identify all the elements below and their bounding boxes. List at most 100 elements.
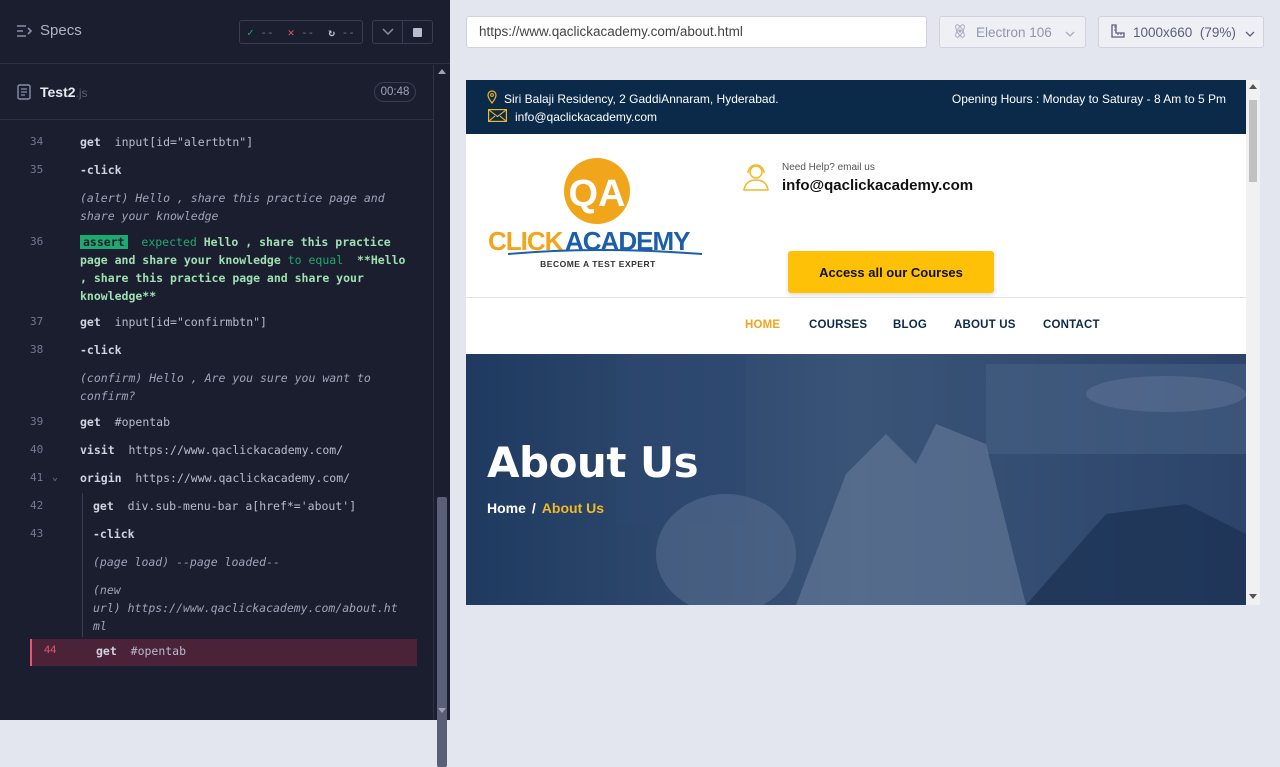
spec-duration: 00:48 — [374, 82, 416, 102]
app-iframe: Siri Balaji Residency, 2 GaddiAnnaram, H… — [466, 80, 1260, 605]
event-text: (page load) --page loaded-- — [93, 555, 280, 569]
nav-courses[interactable]: COURSES — [809, 319, 867, 331]
support-agent-icon — [740, 162, 772, 197]
chevron-down-icon — [1245, 25, 1255, 40]
nav-contact[interactable]: CONTACT — [1043, 319, 1100, 331]
viewport-selector[interactable]: 1000x660 (79%) — [1098, 16, 1264, 48]
stop-icon — [413, 27, 422, 37]
command-arg: https://www.qaclickacademy.com/ — [128, 443, 344, 457]
options-dropdown-button[interactable] — [372, 20, 403, 44]
iframe-scrollbar[interactable] — [1246, 80, 1260, 605]
scroll-thumb[interactable] — [437, 497, 447, 767]
branding-row: QA CLICK ACADEMY BECOME A TEST EXPERT Ne… — [466, 134, 1246, 298]
main-nav: HOME COURSES BLOG ABOUT US CONTACT — [466, 298, 1246, 354]
viewport-zoom: (79%) — [1199, 24, 1236, 40]
command-log-scrollbar[interactable] — [433, 65, 450, 767]
chevron-down-icon — [1065, 25, 1075, 40]
about-hero-banner: About Us Home / About Us — [466, 354, 1246, 605]
nav-home[interactable]: HOME — [745, 319, 780, 331]
chevron-down-icon — [381, 23, 394, 41]
browser-selector[interactable]: Electron 106 — [939, 16, 1086, 48]
line-number: 40 — [30, 443, 44, 456]
nav-blog[interactable]: BLOG — [893, 319, 927, 331]
line-number: 34 — [30, 135, 44, 148]
scroll-thumb[interactable] — [1249, 100, 1257, 182]
assert-actual-cont: , share this practice page and share you… — [80, 271, 364, 285]
access-courses-button[interactable]: Access all our Courses — [788, 251, 994, 293]
site-top-bar: Siri Balaji Residency, 2 GaddiAnnaram, H… — [466, 80, 1246, 134]
file-icon — [17, 84, 31, 105]
event-url: url) https://www.qaclickacademy.com/abou… — [93, 601, 398, 615]
line-number: 35 — [30, 163, 44, 176]
assert-value-cont: page and share your knowledge — [80, 253, 281, 267]
assert-actual-end: knowledge** — [80, 289, 157, 303]
assert-actual: **Hello — [356, 253, 406, 267]
scroll-up-arrow-icon[interactable] — [1249, 84, 1257, 89]
event-text-cont: confirm? — [80, 389, 136, 403]
command-name: get — [80, 415, 101, 429]
check-icon: ✓ — [247, 25, 254, 39]
command-arg: #opentab — [114, 415, 171, 429]
line-number: 41 — [30, 471, 44, 484]
pending-count: -- — [341, 25, 355, 39]
assert-expected: expected — [141, 235, 197, 249]
spec-extension: .js — [75, 86, 88, 100]
nested-group-line — [82, 493, 83, 637]
email-info[interactable]: info@qaclickacademy.com — [488, 109, 657, 125]
scroll-down-arrow-icon[interactable] — [438, 708, 446, 713]
address-text: Siri Balaji Residency, 2 GaddiAnnaram, H… — [504, 91, 779, 106]
spec-name-text: Test2 — [40, 84, 76, 100]
test-stats: ✓ -- ✕ -- ↻ -- — [239, 20, 363, 44]
website-page: Siri Balaji Residency, 2 GaddiAnnaram, H… — [466, 80, 1246, 605]
browser-name: Electron 106 — [976, 24, 1052, 40]
address-info: Siri Balaji Residency, 2 GaddiAnnaram, H… — [486, 90, 779, 107]
opening-hours: Opening Hours : Monday to Saturay - 8 Am… — [951, 92, 1226, 106]
envelope-icon — [488, 109, 507, 125]
command-name: visit — [80, 443, 115, 457]
event-text: (new — [93, 583, 121, 597]
url-bar[interactable]: https://www.qaclickacademy.com/about.htm… — [466, 16, 927, 48]
scroll-down-arrow-icon[interactable] — [1249, 594, 1257, 599]
help-label: Need Help? email us — [782, 162, 875, 173]
assert-value: Hello , share this practice — [203, 235, 391, 249]
location-pin-icon — [486, 90, 498, 107]
breadcrumb-separator: / — [531, 500, 536, 516]
command-arg: input[id="confirmbtn"] — [114, 315, 267, 329]
scroll-up-arrow-icon[interactable] — [438, 69, 446, 74]
event-text: (alert) Hello , share this practice page… — [80, 191, 385, 205]
command-name: get — [93, 499, 114, 513]
event-text-cont: share your knowledge — [80, 209, 219, 223]
command-name: get — [80, 135, 101, 149]
qa-click-academy-logo[interactable]: QA CLICK ACADEMY BECOME A TEST EXPERT — [488, 158, 710, 270]
line-number: 43 — [30, 527, 44, 540]
nav-about-us[interactable]: ABOUT US — [954, 319, 1016, 331]
specs-label: Specs — [40, 22, 82, 39]
command-list: 34 get input[id="alertbtn"] 35 -click (a… — [16, 121, 417, 681]
line-number: 36 — [30, 235, 44, 248]
spec-filename[interactable]: Test2.js — [40, 84, 88, 100]
menu-arrow-icon — [16, 24, 32, 38]
event-url-end: ml — [93, 619, 107, 633]
help-email[interactable]: info@qaclickacademy.com — [782, 177, 973, 194]
command-name: origin — [80, 471, 122, 485]
command-arg: input[id="alertbtn"] — [114, 135, 254, 149]
line-number: 38 — [30, 343, 44, 356]
command-name: -click — [93, 527, 135, 541]
passed-count: -- — [260, 25, 274, 39]
line-number: 37 — [30, 315, 44, 328]
event-text: (confirm) Hello , Are you sure you want … — [80, 371, 371, 385]
ruler-icon — [1111, 23, 1125, 41]
spec-header: Test2.js 00:48 — [0, 65, 433, 120]
electron-icon — [952, 23, 968, 42]
stop-button[interactable] — [402, 20, 433, 44]
runner-top-bar: Specs ✓ -- ✕ -- ↻ -- — [0, 0, 450, 64]
breadcrumb: Home / About Us — [487, 500, 604, 516]
breadcrumb-home[interactable]: Home — [487, 500, 526, 516]
hero-title: About Us — [487, 438, 699, 487]
collapse-chevron-icon[interactable]: ⌄ — [52, 469, 58, 487]
failed-stat: ✕ -- — [288, 26, 315, 39]
viewport-size: 1000x660 — [1133, 24, 1193, 40]
logo-qa-text: QA — [569, 173, 626, 215]
specs-toggle-button[interactable]: Specs — [16, 22, 82, 39]
logo-tagline: BECOME A TEST EXPERT — [540, 259, 656, 269]
